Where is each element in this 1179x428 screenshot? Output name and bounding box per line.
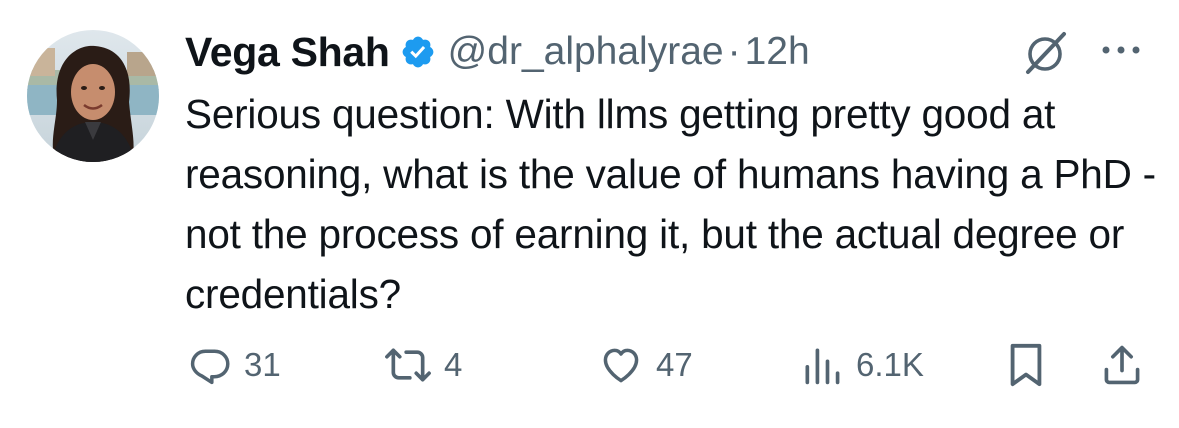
avatar[interactable] — [27, 30, 159, 162]
user-handle[interactable]: @dr_alphalyrae — [448, 30, 724, 74]
like-icon — [598, 343, 644, 387]
action-bar: 31 4 47 6.1K — [0, 335, 1179, 395]
reply-count: 31 — [244, 346, 281, 383]
repost-button[interactable]: 4 — [384, 335, 462, 395]
grok-icon[interactable] — [1020, 28, 1070, 78]
display-name[interactable]: Vega Shah — [185, 29, 390, 76]
timestamp[interactable]: 12h — [745, 30, 810, 74]
reply-icon — [188, 343, 232, 387]
views-button[interactable]: 6.1K — [800, 335, 924, 395]
separator-dot: · — [727, 30, 741, 73]
verified-badge-icon — [400, 34, 436, 70]
bookmark-button[interactable] — [1006, 335, 1046, 395]
more-icon[interactable] — [1098, 38, 1144, 62]
like-count: 47 — [656, 346, 693, 383]
repost-count: 4 — [444, 346, 463, 383]
share-button[interactable] — [1100, 335, 1144, 395]
bookmark-icon — [1006, 342, 1046, 388]
repost-icon — [384, 343, 432, 387]
reply-button[interactable]: 31 — [188, 335, 281, 395]
like-button[interactable]: 47 — [598, 335, 693, 395]
avatar-image — [27, 30, 159, 162]
share-icon — [1100, 343, 1144, 387]
tweet-header: Vega Shah @dr_alphalyrae · 12h — [185, 24, 810, 80]
views-icon — [800, 343, 844, 387]
tweet[interactable]: Vega Shah @dr_alphalyrae · 12h Serious q… — [0, 0, 1179, 428]
tweet-text: Serious question: With llms getting pret… — [185, 91, 1156, 317]
view-count: 6.1K — [856, 346, 924, 383]
